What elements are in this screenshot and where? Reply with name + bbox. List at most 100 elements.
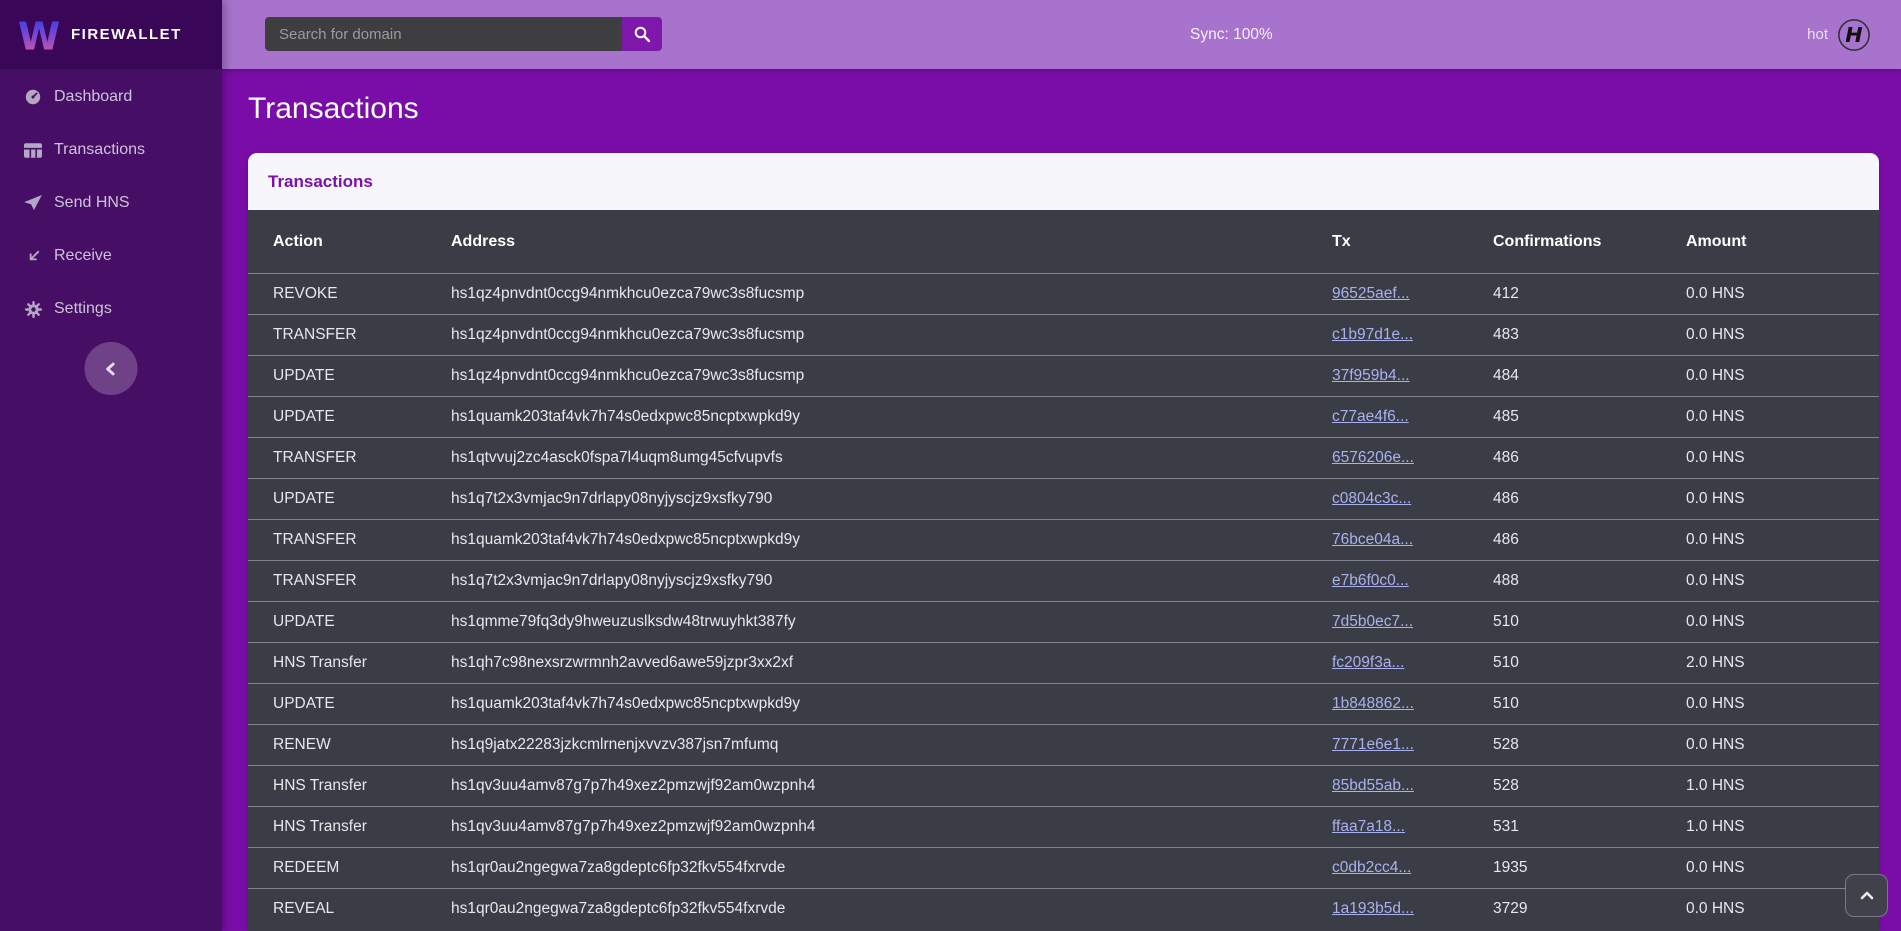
address-cell: hs1quamk203taf4vk7h74s0edxpwc85ncptxwpkd… <box>451 531 1332 549</box>
table-row: HNS Transfer hs1qh7c98nexsrzwrmnh2avved6… <box>248 642 1879 683</box>
sidebar-collapse-button[interactable] <box>85 342 138 395</box>
search-input[interactable] <box>265 17 622 51</box>
page-title: Transactions <box>248 90 1901 128</box>
brand[interactable]: W FIREWALLET <box>0 0 222 69</box>
action-cell: RENEW <box>273 736 451 754</box>
amount-cell: 0.0 HNS <box>1686 531 1879 549</box>
address-cell: hs1qh7c98nexsrzwrmnh2avved6awe59jzpr3xx2… <box>451 654 1332 672</box>
amount-cell: 0.0 HNS <box>1686 695 1879 713</box>
address-cell: hs1qv3uu4amv87g7p7h49xez2pmzwjf92am0wzpn… <box>451 777 1332 795</box>
amount-cell: 0.0 HNS <box>1686 326 1879 344</box>
confirmations-cell: 486 <box>1493 531 1686 549</box>
address-cell: hs1qmme79fq3dy9hweuzuslksdw48trwuyhkt387… <box>451 613 1332 631</box>
topbar: Sync: 100% hot H <box>222 0 1901 69</box>
action-cell: REVEAL <box>273 900 451 918</box>
amount-cell: 0.0 HNS <box>1686 408 1879 426</box>
confirmations-cell: 486 <box>1493 449 1686 467</box>
confirmations-cell: 488 <box>1493 572 1686 590</box>
transactions-table-rows: REVOKE hs1qz4pnvdnt0ccg94nmkhcu0ezca79wc… <box>248 273 1879 929</box>
tx-link[interactable]: fc209f3a... <box>1332 654 1404 671</box>
tx-link[interactable]: c77ae4f6... <box>1332 408 1409 425</box>
wallet-name-label: hot <box>1807 26 1828 43</box>
action-cell: TRANSFER <box>273 572 451 590</box>
table-row: HNS Transfer hs1qv3uu4amv87g7p7h49xez2pm… <box>248 765 1879 806</box>
table-row: TRANSFER hs1q7t2x3vmjac9n7drlapy08nyjysc… <box>248 560 1879 601</box>
action-cell: UPDATE <box>273 408 451 426</box>
action-cell: HNS Transfer <box>273 654 451 672</box>
handshake-logo-icon[interactable]: H <box>1837 18 1871 52</box>
tx-link[interactable]: c0db2cc4... <box>1332 859 1411 876</box>
tx-link[interactable]: 1b848862... <box>1332 695 1414 712</box>
svg-text:W: W <box>18 14 60 56</box>
sidebar-item-send-hns[interactable]: Send HNS <box>0 183 222 223</box>
confirmations-cell: 528 <box>1493 736 1686 754</box>
column-header-address: Address <box>451 233 1332 251</box>
address-cell: hs1q7t2x3vmjac9n7drlapy08nyjyscjz9xsfky7… <box>451 490 1332 508</box>
amount-cell: 1.0 HNS <box>1686 818 1879 836</box>
tx-link[interactable]: c1b97d1e... <box>1332 326 1413 343</box>
sidebar-item-receive[interactable]: Receive <box>0 236 222 276</box>
column-header-amount: Amount <box>1686 233 1879 251</box>
action-cell: REDEEM <box>273 859 451 877</box>
table-row: TRANSFER hs1qtvvuj2zc4asck0fspa7l4uqm8um… <box>248 437 1879 478</box>
tx-link[interactable]: 7771e6e1... <box>1332 736 1414 753</box>
card-title: Transactions <box>268 172 373 192</box>
tx-link[interactable]: 76bce04a... <box>1332 531 1413 548</box>
tx-link[interactable]: e7b6f0c0... <box>1332 572 1409 589</box>
table-row: UPDATE hs1qz4pnvdnt0ccg94nmkhcu0ezca79wc… <box>248 355 1879 396</box>
sidebar-item-label: Settings <box>54 300 112 318</box>
column-header-confirmations: Confirmations <box>1493 233 1686 251</box>
scroll-to-top-button[interactable] <box>1845 874 1888 917</box>
tx-link[interactable]: 1a193b5d... <box>1332 900 1414 917</box>
table-row: REVEAL hs1qr0au2ngegwa7za8gdeptc6fp32fkv… <box>248 888 1879 929</box>
table-row: RENEW hs1q9jatx22283jzkcmlrnenjxvvzv387j… <box>248 724 1879 765</box>
firewallet-app: W FIREWALLET Dashboard <box>0 0 1901 931</box>
table-row: UPDATE hs1quamk203taf4vk7h74s0edxpwc85nc… <box>248 683 1879 724</box>
table-row: TRANSFER hs1qz4pnvdnt0ccg94nmkhcu0ezca79… <box>248 314 1879 355</box>
amount-cell: 0.0 HNS <box>1686 490 1879 508</box>
confirmations-cell: 510 <box>1493 695 1686 713</box>
confirmations-cell: 485 <box>1493 408 1686 426</box>
confirmations-cell: 1935 <box>1493 859 1686 877</box>
search-button[interactable] <box>622 17 662 51</box>
receive-icon <box>23 246 43 266</box>
address-cell: hs1qr0au2ngegwa7za8gdeptc6fp32fkv554fxrv… <box>451 859 1332 877</box>
sidebar: W FIREWALLET Dashboard <box>0 0 222 931</box>
settings-icon <box>23 299 43 319</box>
address-cell: hs1q7t2x3vmjac9n7drlapy08nyjyscjz9xsfky7… <box>451 572 1332 590</box>
sync-status: Sync: 100% <box>1190 0 1273 69</box>
sidebar-item-label: Dashboard <box>54 88 132 106</box>
table-row: UPDATE hs1q7t2x3vmjac9n7drlapy08nyjyscjz… <box>248 478 1879 519</box>
action-cell: HNS Transfer <box>273 818 451 836</box>
column-header-tx: Tx <box>1332 233 1493 251</box>
action-cell: UPDATE <box>273 367 451 385</box>
sidebar-item-label: Transactions <box>54 141 145 159</box>
confirmations-cell: 483 <box>1493 326 1686 344</box>
tx-link[interactable]: c0804c3c... <box>1332 490 1411 507</box>
tx-link[interactable]: 6576206e... <box>1332 449 1414 466</box>
table-row: UPDATE hs1qmme79fq3dy9hweuzuslksdw48trwu… <box>248 601 1879 642</box>
tx-link[interactable]: 7d5b0ec7... <box>1332 613 1413 630</box>
address-cell: hs1qz4pnvdnt0ccg94nmkhcu0ezca79wc3s8fucs… <box>451 367 1332 385</box>
address-cell: hs1qtvvuj2zc4asck0fspa7l4uqm8umg45cfvupv… <box>451 449 1332 467</box>
firewallet-w-logo-icon: W <box>18 14 62 56</box>
svg-text:H: H <box>1845 23 1862 47</box>
tx-link[interactable]: 85bd55ab... <box>1332 777 1414 794</box>
tx-link[interactable]: ffaa7a18... <box>1332 818 1405 835</box>
address-cell: hs1qz4pnvdnt0ccg94nmkhcu0ezca79wc3s8fucs… <box>451 285 1332 303</box>
sidebar-item-dashboard[interactable]: Dashboard <box>0 77 222 117</box>
confirmations-cell: 528 <box>1493 777 1686 795</box>
action-cell: UPDATE <box>273 490 451 508</box>
table-row: TRANSFER hs1quamk203taf4vk7h74s0edxpwc85… <box>248 519 1879 560</box>
table-row: REDEEM hs1qr0au2ngegwa7za8gdeptc6fp32fkv… <box>248 847 1879 888</box>
action-cell: UPDATE <box>273 695 451 713</box>
sidebar-item-transactions[interactable]: Transactions <box>0 130 222 170</box>
amount-cell: 0.0 HNS <box>1686 367 1879 385</box>
tx-link[interactable]: 96525aef... <box>1332 285 1410 302</box>
sidebar-item-settings[interactable]: Settings <box>0 289 222 329</box>
amount-cell: 0.0 HNS <box>1686 736 1879 754</box>
address-cell: hs1quamk203taf4vk7h74s0edxpwc85ncptxwpkd… <box>451 408 1332 426</box>
amount-cell: 2.0 HNS <box>1686 654 1879 672</box>
action-cell: HNS Transfer <box>273 777 451 795</box>
tx-link[interactable]: 37f959b4... <box>1332 367 1410 384</box>
